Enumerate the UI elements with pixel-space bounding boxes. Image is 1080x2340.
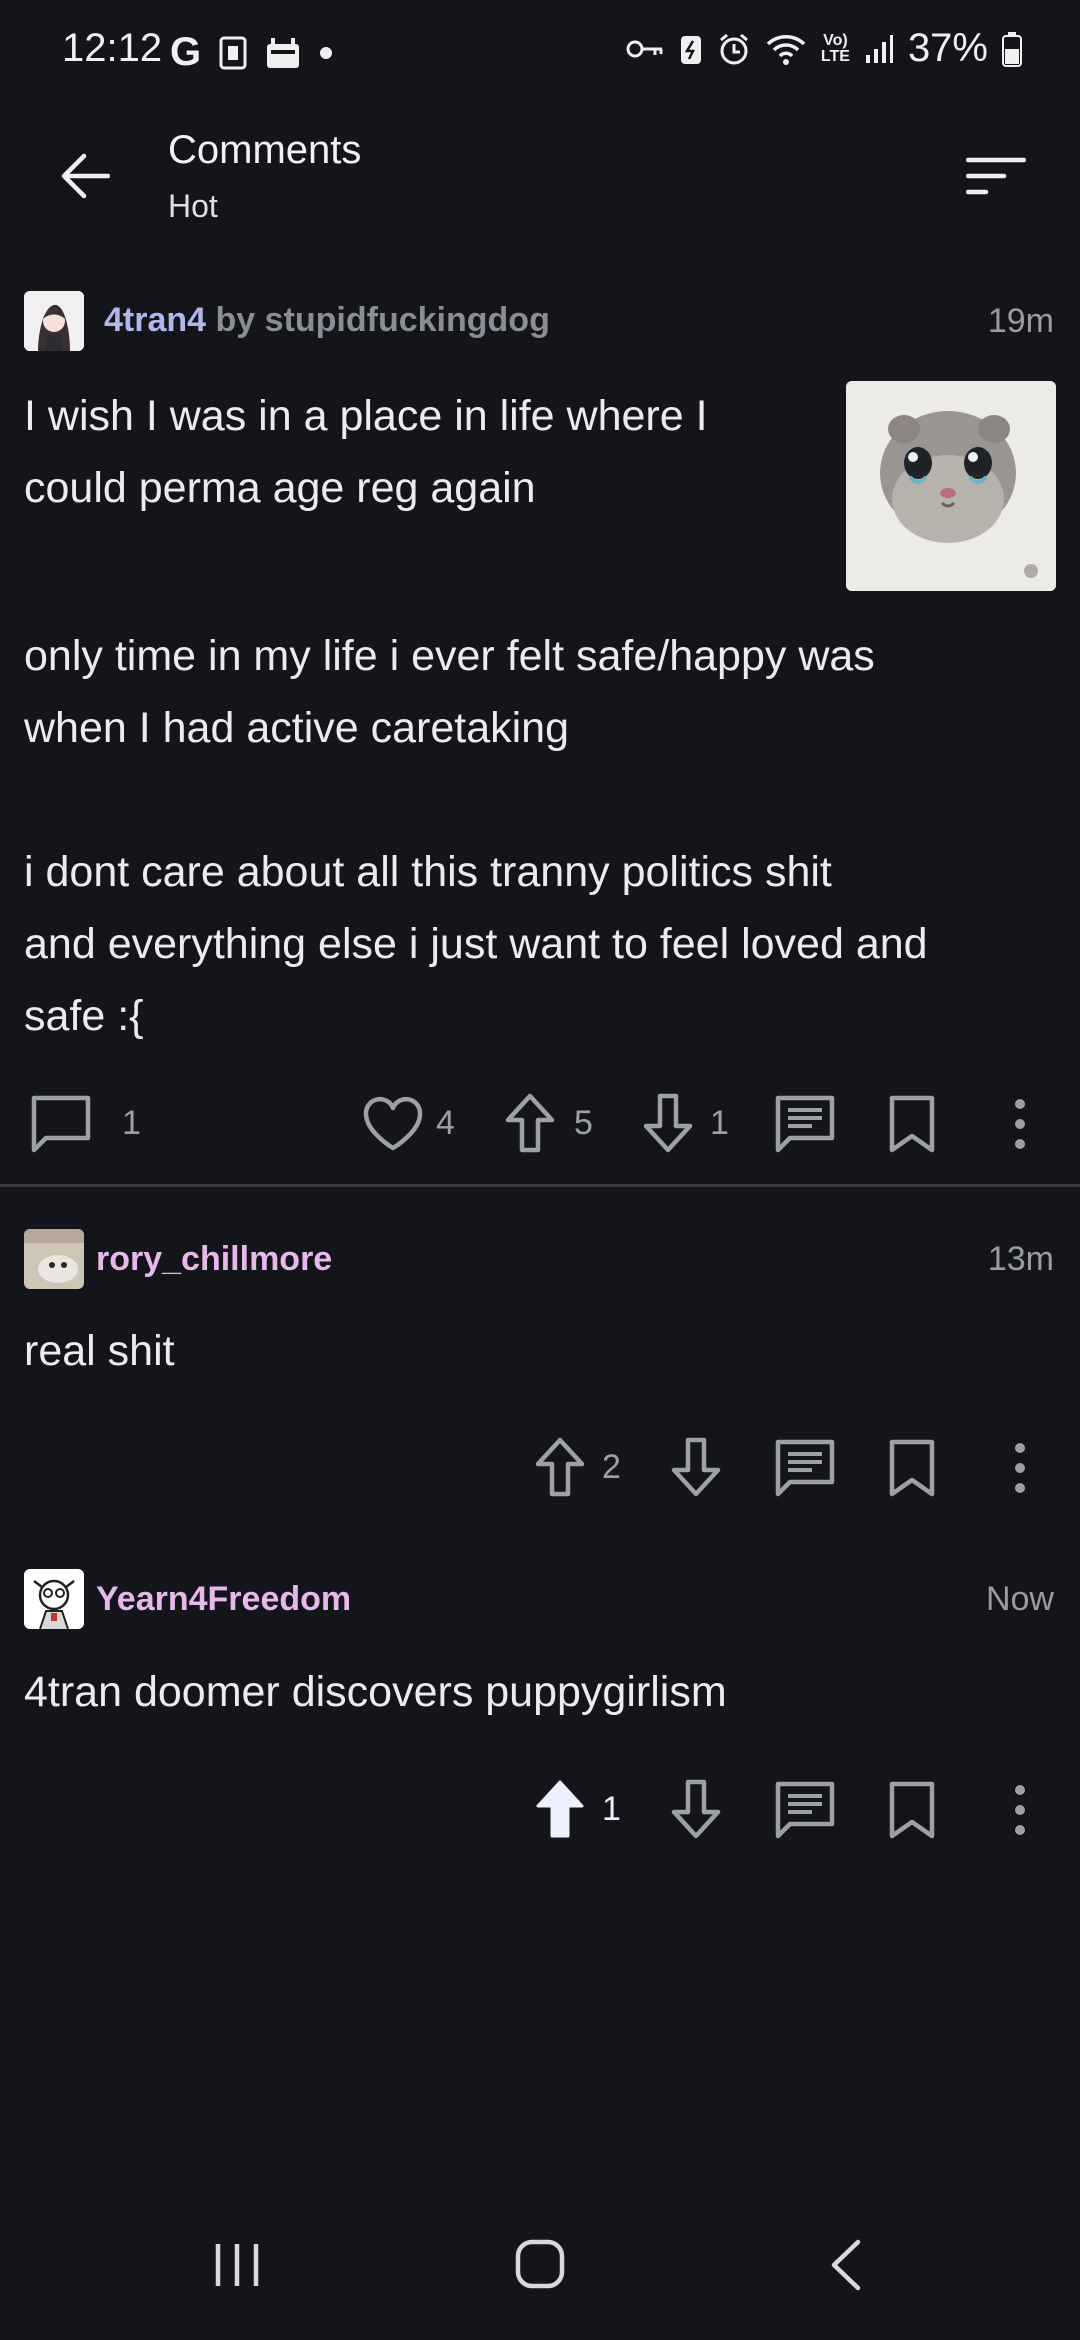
vpn-key-icon [626,40,663,57]
post-body-intro: I wish I was in a place in life where I … [24,392,708,512]
app-notification-icon [267,37,300,68]
battery-saver-icon [680,35,701,64]
dot-icon [320,46,333,59]
recent-apps-icon[interactable] [212,2240,262,2290]
likes-count: 4 [436,1104,455,1142]
upvote-count: 5 [574,1104,593,1142]
post-author[interactable]: stupidfuckingdog [265,301,550,339]
status-time: 12:12 [62,26,163,70]
more-options-icon[interactable] [1008,1440,1032,1496]
google-icon: G [170,30,202,74]
post-thumbnail[interactable] [846,381,1056,591]
alarm-icon [719,33,748,64]
community-avatar[interactable] [24,291,84,351]
comment-body: real shit [24,1327,175,1375]
comment-time: Now [985,1580,1054,1618]
battery-icon [1002,31,1022,67]
back-arrow-icon[interactable] [58,152,110,200]
page-title: Comments [168,128,362,172]
post-time: 19m [987,302,1054,340]
volte-icon: Vo) LTE [820,31,850,65]
sort-icon[interactable] [966,156,1026,196]
upvote-count: 2 [602,1448,621,1486]
downvote-count: 1 [710,1104,729,1142]
more-options-icon[interactable] [1008,1096,1032,1152]
bookmark-icon[interactable] [888,1438,936,1498]
bookmark-icon[interactable] [888,1780,936,1840]
downvote-icon[interactable] [670,1778,722,1840]
more-options-icon[interactable] [1008,1782,1032,1838]
upvote-icon-active[interactable] [534,1778,586,1840]
reply-icon[interactable] [774,1438,836,1498]
reply-icon[interactable] [774,1780,836,1840]
home-icon[interactable] [514,2238,566,2290]
post-divider [0,1184,1080,1187]
comment-username[interactable]: rory_chillmore [96,1240,332,1279]
status-right: Vo) LTE 37% [625,26,1022,71]
community-name[interactable]: 4tran4 [104,301,206,339]
reply-icon[interactable] [774,1094,836,1154]
comment-avatar[interactable] [24,1569,84,1629]
comment-time: 13m [987,1240,1054,1278]
wifi-icon [766,34,806,65]
comments-count: 1 [122,1104,141,1142]
battery-percent: 37% [907,26,988,70]
heart-icon[interactable] [362,1096,424,1152]
sort-label: Hot [168,188,218,224]
downvote-icon[interactable] [642,1092,694,1154]
upvote-icon[interactable] [534,1436,586,1498]
system-nav-bar [0,2200,1080,2340]
comment-body: 4tran doomer discovers puppygirlism [24,1668,727,1716]
comment-icon[interactable] [30,1094,92,1154]
upvote-icon[interactable] [504,1092,556,1154]
downvote-icon[interactable] [670,1436,722,1498]
by-label: by [215,301,256,339]
post-body-continued: only time in my life i ever felt safe/ha… [24,632,928,1040]
upvote-count: 1 [602,1790,621,1828]
bookmark-icon[interactable] [888,1094,936,1154]
sim-card-icon [219,36,247,69]
back-nav-icon[interactable] [828,2238,864,2292]
status-left-icons: G [170,30,333,75]
comment-avatar[interactable] [24,1229,84,1289]
post-meta: 4tran4 by stupidfuckingdog [104,301,550,340]
signal-icon [865,34,893,63]
comment-username[interactable]: Yearn4Freedom [96,1580,351,1619]
